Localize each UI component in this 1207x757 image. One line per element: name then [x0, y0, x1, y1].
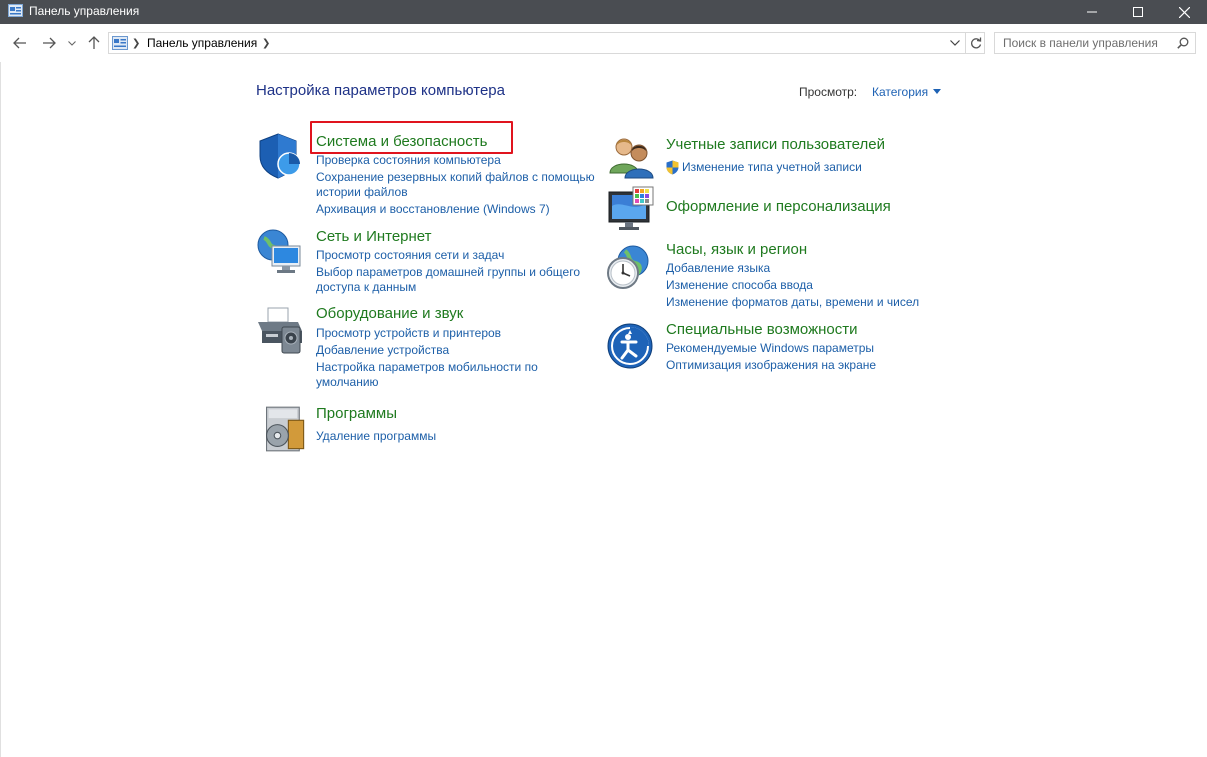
link-mobility-settings[interactable]: Настройка параметров мобильности по [316, 360, 538, 374]
link-backup-restore-win7[interactable]: Архивация и восстановление (Windows 7) [316, 202, 550, 216]
uac-shield-icon [666, 160, 679, 175]
window-title: Панель управления [29, 4, 140, 18]
refresh-button[interactable] [965, 33, 985, 53]
minimize-icon [1087, 11, 1097, 13]
category-clock-region-title[interactable]: Часы, язык и регион [666, 241, 807, 258]
search-icon[interactable] [1177, 37, 1189, 49]
category-hardware-sound-title[interactable]: Оборудование и звук [316, 305, 463, 322]
close-icon [1178, 6, 1190, 18]
link-check-computer-status[interactable]: Проверка состояния компьютера [316, 153, 501, 167]
link-mobility-settings-cont[interactable]: умолчанию [316, 375, 379, 389]
breadcrumb-separator[interactable]: ❯ [132, 38, 140, 49]
view-by-label: Просмотр: [799, 85, 858, 99]
recent-pages-button[interactable] [66, 34, 78, 52]
clock-globe-icon[interactable] [605, 243, 653, 291]
category-programs-title[interactable]: Программы [316, 405, 397, 422]
address-history-dropdown[interactable] [945, 33, 965, 53]
printer-icon[interactable] [256, 307, 304, 355]
maximize-icon [1133, 7, 1143, 17]
back-arrow-icon [13, 37, 26, 49]
link-homegroup-sharing[interactable]: Выбор параметров домашней группы и общег… [316, 265, 580, 279]
control-panel-icon [8, 4, 23, 17]
forward-button[interactable] [40, 34, 58, 52]
network-globe-icon[interactable] [256, 228, 304, 276]
users-icon[interactable] [607, 133, 655, 181]
page-title: Настройка параметров компьютера [256, 82, 505, 99]
search-input[interactable]: Поиск в панели управления [1003, 36, 1158, 50]
chevron-down-icon [950, 40, 960, 46]
minimize-button[interactable] [1069, 0, 1115, 24]
breadcrumb-separator[interactable]: ❯ [262, 38, 270, 49]
link-change-date-formats[interactable]: Изменение форматов даты, времени и чисел [666, 295, 919, 309]
refresh-icon [970, 37, 981, 49]
programs-disk-icon[interactable] [260, 405, 308, 453]
forward-arrow-icon [43, 37, 56, 49]
view-by-dropdown[interactable]: Категория [872, 85, 928, 99]
link-change-account-type[interactable]: Изменение типа учетной записи [682, 160, 862, 174]
category-network-internet-title[interactable]: Сеть и Интернет [316, 228, 432, 245]
link-file-history-backup[interactable]: Сохранение резервных копий файлов с помо… [316, 170, 595, 184]
address-bar[interactable]: ❯ Панель управления ❯ [108, 32, 985, 54]
category-ease-of-access-title[interactable]: Специальные возможности [666, 321, 858, 338]
up-arrow-icon [88, 36, 100, 49]
link-add-language[interactable]: Добавление языка [666, 261, 770, 275]
link-add-device[interactable]: Добавление устройства [316, 343, 449, 357]
search-box[interactable]: Поиск в панели управления [994, 32, 1196, 54]
window-border [0, 62, 1, 757]
close-button[interactable] [1161, 0, 1207, 24]
link-file-history-backup-cont[interactable]: истории файлов [316, 185, 408, 199]
link-uninstall-program[interactable]: Удаление программы [316, 429, 436, 443]
link-change-input-method[interactable]: Изменение способа ввода [666, 278, 813, 292]
accessibility-icon[interactable] [606, 322, 654, 370]
highlight-box [310, 121, 513, 154]
link-optimize-display[interactable]: Оптимизация изображения на экране [666, 358, 876, 372]
breadcrumb-control-panel[interactable]: Панель управления [147, 36, 257, 50]
monitor-palette-icon[interactable] [607, 186, 655, 234]
title-bar: Панель управления [0, 0, 1207, 24]
chevron-down-icon [68, 40, 76, 46]
shield-icon[interactable] [256, 131, 304, 179]
category-user-accounts-title[interactable]: Учетные записи пользователей [666, 136, 885, 153]
up-button[interactable] [85, 34, 103, 52]
link-network-status-tasks[interactable]: Просмотр состояния сети и задач [316, 248, 504, 262]
dropdown-arrow-icon[interactable] [933, 89, 941, 94]
control-panel-icon [112, 36, 128, 50]
link-recommended-settings[interactable]: Рекомендуемые Windows параметры [666, 341, 874, 355]
navigation-bar: ❯ Панель управления ❯ Поиск в панели упр… [0, 24, 1207, 62]
maximize-button[interactable] [1115, 0, 1161, 24]
back-button[interactable] [11, 34, 29, 52]
category-appearance-title[interactable]: Оформление и персонализация [666, 198, 891, 215]
link-devices-printers[interactable]: Просмотр устройств и принтеров [316, 326, 501, 340]
link-homegroup-sharing-cont[interactable]: доступа к данным [316, 280, 416, 294]
